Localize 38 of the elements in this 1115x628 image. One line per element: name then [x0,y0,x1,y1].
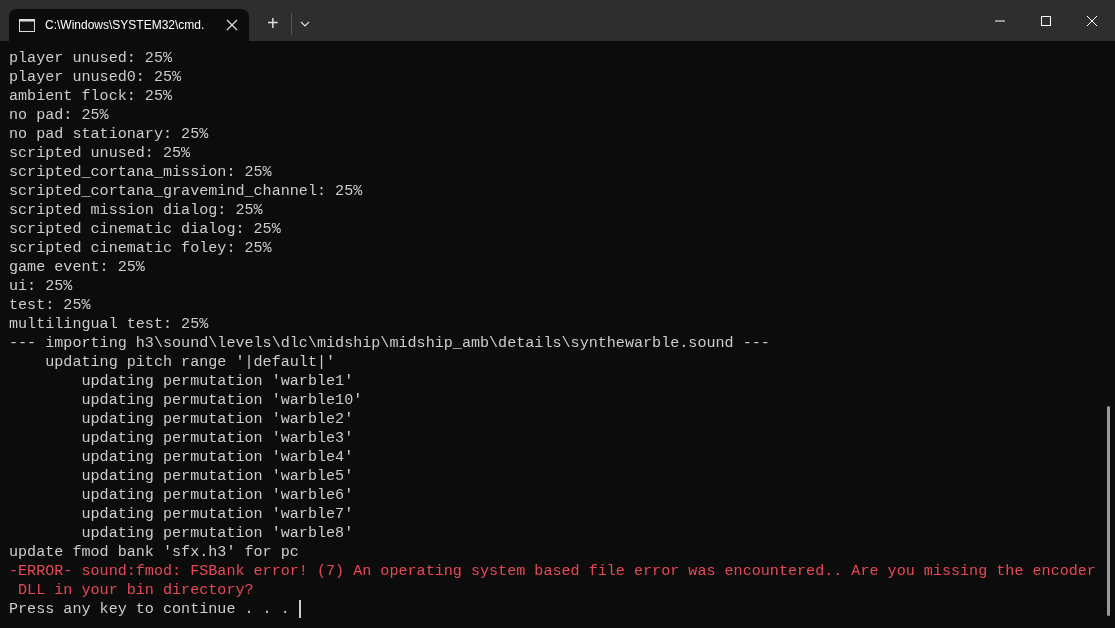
output-line: scripted cinematic dialog: 25% [9,220,281,239]
output-line: updating permutation 'warble2' [80,410,354,429]
new-tab-button[interactable]: + [263,12,283,35]
chevron-down-icon[interactable] [299,20,310,27]
error-line: -ERROR- sound:fmod: FSBank error! (7) An operating system based file error was encountered.. Are you missing the encoder [9,562,1096,581]
output-line: updating permutation 'warble7' [80,505,354,524]
output-line: scripted_cortana_mission: 25% [9,163,272,182]
output-line: updating permutation 'warble5' [80,467,354,486]
output-line: updating permutation 'warble8' [80,524,354,543]
text-cursor [298,600,301,618]
output-line: ambient flock: 25% [9,87,173,106]
output-line: scripted unused: 25% [9,144,191,163]
output-line: no pad stationary: 25% [9,125,209,144]
output-line: updating permutation 'warble6' [80,486,354,505]
output-line: scripted mission dialog: 25% [9,201,263,220]
output-line: no pad: 25% [9,106,109,125]
output-line: updating permutation 'warble1' [80,372,354,391]
output-line: updating permutation 'warble10' [80,391,363,410]
output-line: test: 25% [9,296,91,315]
scrollbar[interactable] [1107,406,1110,616]
output-line: scripted_cortana_gravemind_channel: 25% [9,182,363,201]
output-line: player unused: 25% [9,49,173,68]
console-icon [19,18,35,32]
output-line: update fmod bank 'sfx.h3' for pc [9,543,299,562]
output-line: scripted cinematic foley: 25% [9,239,272,258]
output-line: multilingual test: 25% [9,315,209,334]
output-line: player unused0: 25% [9,68,182,87]
output-line: --- importing h3\sound\levels\dlc\midship\midship_amb\details\synthewarble.sound --- [9,334,770,353]
close-tab-icon[interactable] [225,18,239,32]
tab[interactable]: C:\Windows\SYSTEM32\cmd. [9,9,249,41]
output-line: game event: 25% [9,258,145,277]
output-line: updating permutation 'warble4' [80,448,354,467]
output-line: ui: 25% [9,277,73,296]
error-line: DLL in your bin directory? [17,581,254,600]
prompt-line: Press any key to continue . . . [9,600,291,619]
output-line: updating permutation 'warble3' [80,429,354,448]
tab-title: C:\Windows\SYSTEM32\cmd. [45,18,206,32]
output-line: updating pitch range '|default|' [44,353,336,372]
